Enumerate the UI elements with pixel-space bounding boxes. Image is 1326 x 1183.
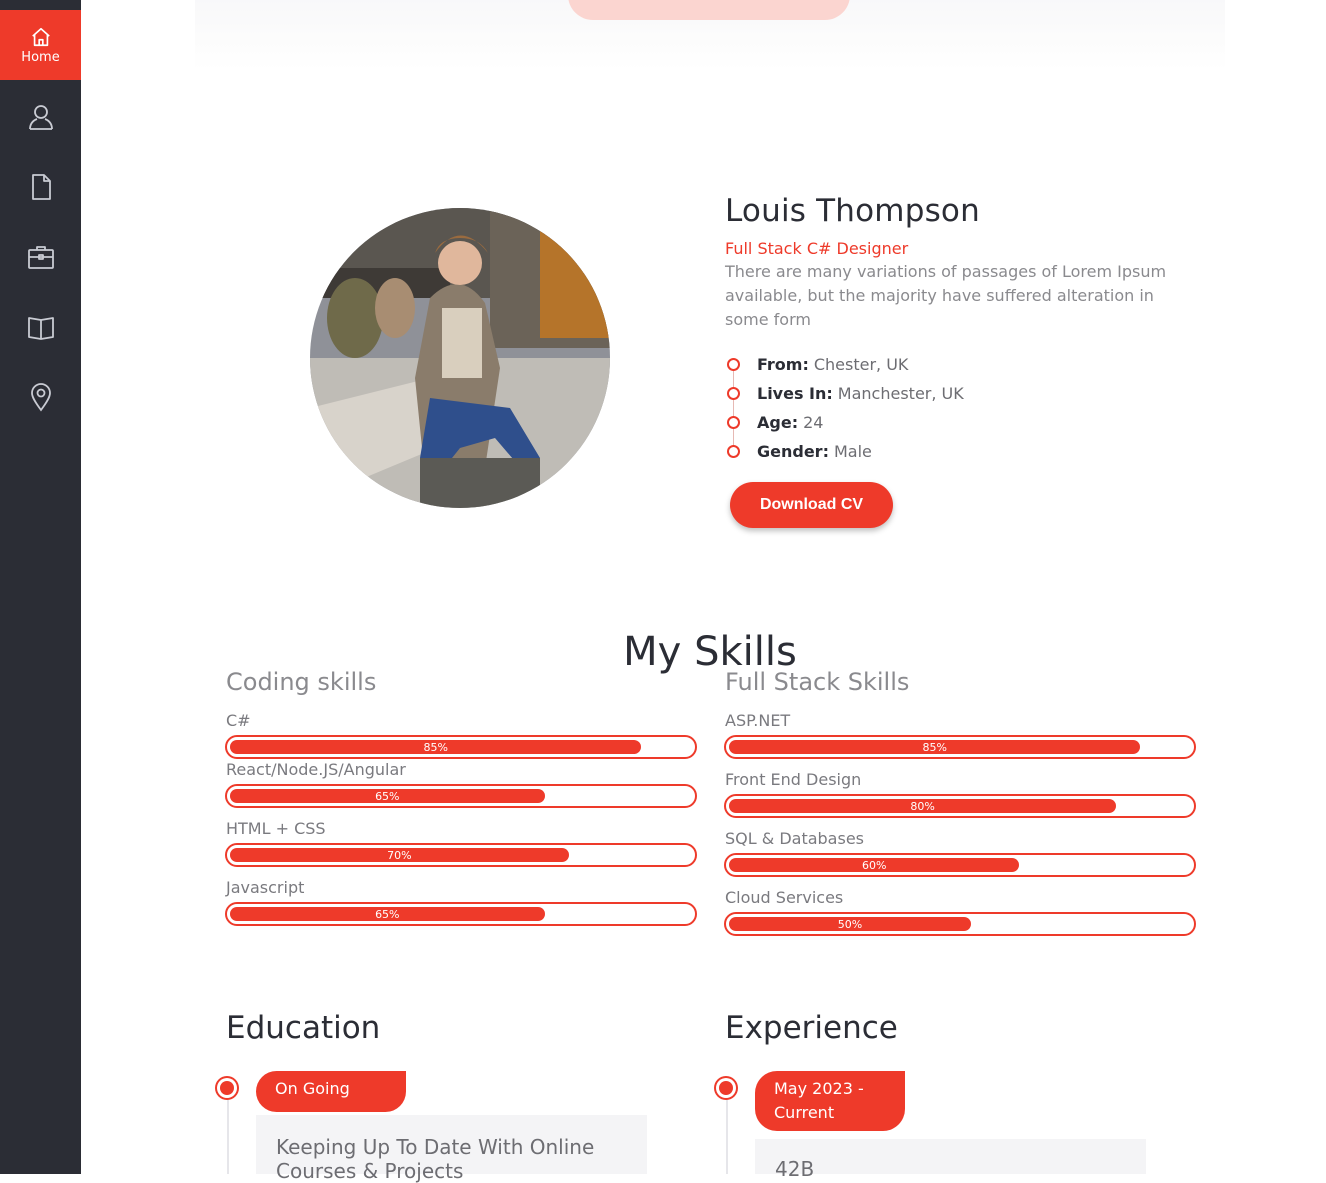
home-icon bbox=[31, 27, 50, 46]
briefcase-icon bbox=[27, 246, 54, 269]
education-timeline-dot bbox=[220, 1081, 234, 1095]
skill-bar: 65% bbox=[225, 784, 697, 808]
profile-info: Louis Thompson Full Stack C# Designer Th… bbox=[725, 193, 1175, 466]
fact-value: Male bbox=[833, 442, 872, 461]
experience-timeline-line bbox=[726, 1095, 728, 1174]
experience-timeline-dot bbox=[719, 1081, 733, 1095]
profile-description: There are many variations of passages of… bbox=[725, 262, 1167, 329]
fact-dot bbox=[727, 445, 740, 458]
education-timeline-line bbox=[227, 1095, 229, 1174]
fact-gender: Gender: Male bbox=[725, 437, 1175, 466]
skill-bar: 70% bbox=[225, 843, 697, 867]
skill-bar-fill: 80% bbox=[729, 799, 1117, 813]
skill-bar: 65% bbox=[225, 902, 697, 926]
skill-label: Javascript bbox=[226, 878, 305, 897]
experience-badge-text: May 2023 - Current bbox=[774, 1079, 864, 1122]
fact-key: Gender: bbox=[757, 442, 829, 461]
fact-dot bbox=[727, 416, 740, 429]
skill-label: Front End Design bbox=[725, 770, 862, 789]
profile-photo bbox=[310, 208, 610, 508]
book-icon bbox=[27, 317, 54, 340]
sidebar: Home bbox=[0, 0, 81, 1174]
fact-dot bbox=[727, 358, 740, 371]
skill-bar: 50% bbox=[724, 912, 1196, 936]
nav-about[interactable] bbox=[0, 82, 81, 152]
education-card: Keeping Up To Date With Online Courses &… bbox=[256, 1115, 647, 1183]
skill-label: React/Node.JS/Angular bbox=[226, 760, 406, 779]
fact-from: From: Chester, UK bbox=[725, 350, 1175, 379]
nav-portfolio[interactable] bbox=[0, 222, 81, 292]
fact-dot bbox=[727, 387, 740, 400]
avatar bbox=[310, 208, 610, 508]
skill-bar: 60% bbox=[724, 853, 1196, 877]
nav-contact[interactable] bbox=[0, 362, 81, 432]
fact-value: 24 bbox=[803, 413, 824, 432]
profile-name: Louis Thompson bbox=[725, 193, 980, 229]
skill-bar: 85% bbox=[225, 735, 697, 759]
skill-bar-fill: 85% bbox=[729, 740, 1141, 754]
skills-title: My Skills bbox=[623, 629, 797, 676]
experience-date-badge: May 2023 - Current bbox=[755, 1071, 905, 1131]
skill-bar-fill: 50% bbox=[729, 917, 971, 931]
experience-title: Experience bbox=[725, 1010, 898, 1046]
skill-bar-fill: 60% bbox=[729, 858, 1020, 872]
nav-resume[interactable] bbox=[0, 152, 81, 222]
education-date-badge: On Going bbox=[256, 1071, 406, 1112]
profile-facts: From: Chester, UK Lives In: Manchester, … bbox=[725, 350, 1175, 466]
coding-skills-title: Coding skills bbox=[226, 668, 377, 696]
skill-label: C# bbox=[226, 711, 251, 730]
profile-role: Full Stack C# Designer bbox=[725, 239, 909, 258]
fact-value: Manchester, UK bbox=[837, 384, 964, 403]
fact-age: Age: 24 bbox=[725, 408, 1175, 437]
skill-bar-fill: 70% bbox=[230, 848, 569, 862]
fact-value: Chester, UK bbox=[813, 355, 909, 374]
education-card-title: Keeping Up To Date With Online Courses &… bbox=[276, 1135, 595, 1183]
experience-card-title: 42B bbox=[775, 1157, 815, 1181]
fact-lives-in: Lives In: Manchester, UK bbox=[725, 379, 1175, 408]
skill-label: Cloud Services bbox=[725, 888, 844, 907]
skill-bar-fill: 85% bbox=[230, 740, 642, 754]
download-cv-button[interactable]: Download CV bbox=[730, 482, 893, 528]
skill-bar-fill: 65% bbox=[230, 789, 545, 803]
education-badge-text: On Going bbox=[275, 1079, 350, 1098]
map-pin-icon bbox=[30, 383, 51, 412]
nav-blog[interactable] bbox=[0, 292, 81, 362]
user-icon bbox=[28, 105, 53, 130]
fact-key: From: bbox=[757, 355, 809, 374]
skill-bar-fill: 65% bbox=[230, 907, 545, 921]
fullstack-skills-title: Full Stack Skills bbox=[725, 668, 910, 696]
fact-key: Lives In: bbox=[757, 384, 833, 403]
skill-label: HTML + CSS bbox=[226, 819, 326, 838]
skill-bar: 85% bbox=[724, 735, 1196, 759]
experience-card: 42B bbox=[755, 1139, 1146, 1181]
nav-home-label: Home bbox=[21, 49, 60, 65]
skill-label: ASP.NET bbox=[725, 711, 791, 730]
education-title: Education bbox=[226, 1010, 381, 1046]
fact-key: Age: bbox=[757, 413, 799, 432]
document-icon bbox=[31, 174, 51, 200]
skill-label: SQL & Databases bbox=[725, 829, 864, 848]
nav-home[interactable]: Home bbox=[0, 10, 81, 80]
skill-bar: 80% bbox=[724, 794, 1196, 818]
hero-button-remnant[interactable] bbox=[568, 0, 850, 20]
